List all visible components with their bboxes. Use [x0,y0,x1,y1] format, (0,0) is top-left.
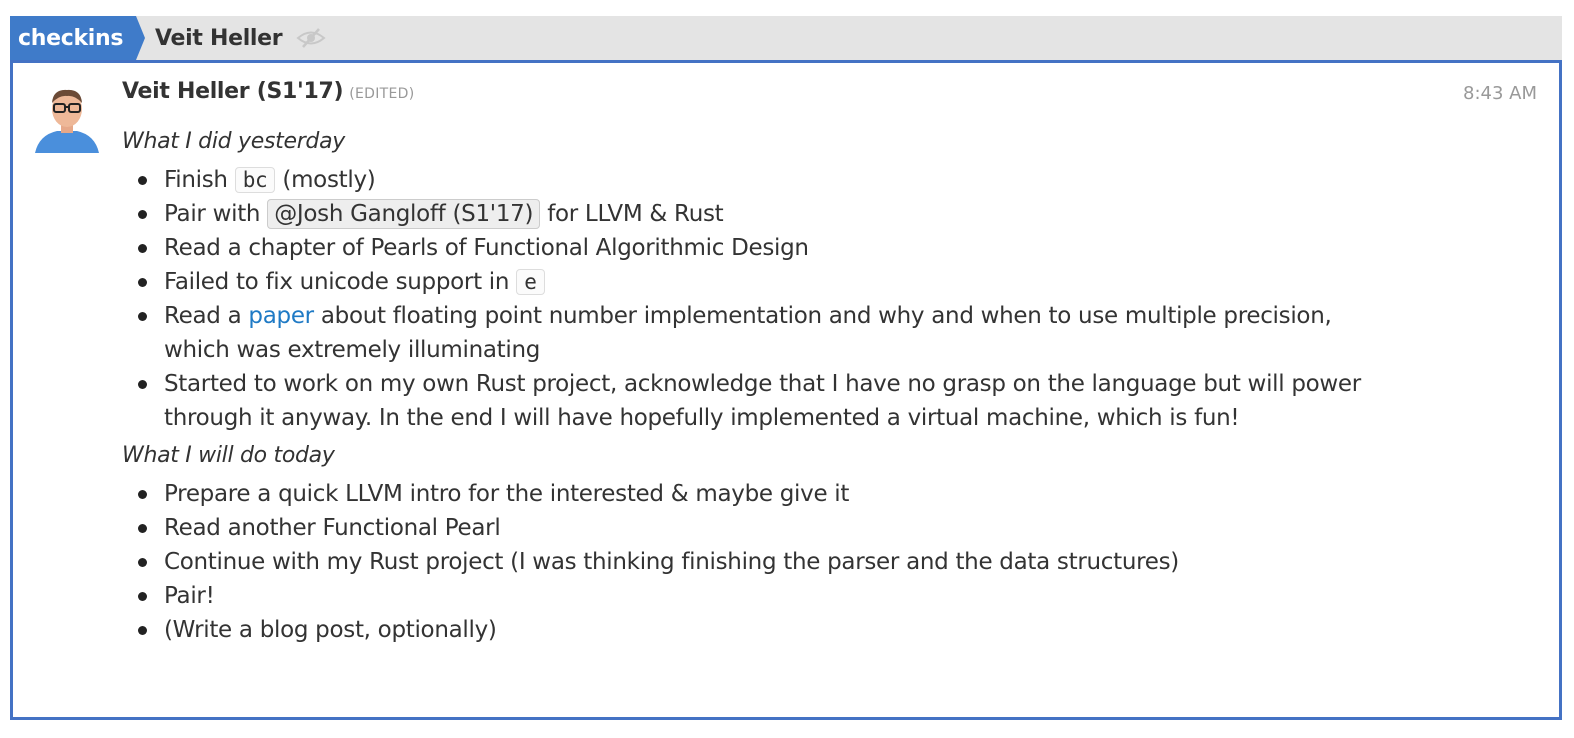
list-item: Read a paper about floating point number… [138,299,1362,367]
stream-chevron [136,16,145,60]
user-mention[interactable]: @Josh Gangloff (S1'17) [267,199,541,229]
topic-label[interactable]: Veit Heller [155,16,283,60]
list-item: Failed to fix unicode support in e [138,265,1362,299]
message-header-bar: checkins Veit Heller [10,16,1562,61]
list-item: (Write a blog post, optionally) [138,613,1362,647]
list-item: Read another Functional Pearl [138,511,1362,545]
heading-today: What I will do today [122,443,335,468]
yesterday-list: Finish bc (mostly) Pair with @Josh Gangl… [122,163,1362,435]
list-item: Started to work on my own Rust project, … [138,367,1362,435]
heading-yesterday: What I did yesterday [122,129,346,154]
list-item: Finish bc (mostly) [138,163,1362,197]
edited-indicator: (EDITED) [349,86,415,102]
stream-label[interactable]: checkins [10,16,136,60]
list-item: Pair! [138,579,1362,613]
list-item: Continue with my Rust project (I was thi… [138,545,1362,579]
message-content: What I did yesterday Finish bc (mostly) … [122,125,1362,651]
inline-code: e [516,269,545,295]
today-list: Prepare a quick LLVM intro for the inter… [122,477,1362,647]
paper-link[interactable]: paper [248,303,314,329]
inline-code: bc [234,167,276,193]
list-item: Prepare a quick LLVM intro for the inter… [138,477,1362,511]
message-timestamp[interactable]: 8:43 AM [1463,83,1537,104]
list-item: Read a chapter of Pearls of Functional A… [138,231,1362,265]
list-item: Pair with @Josh Gangloff (S1'17) for LLV… [138,197,1362,231]
eye-slash-icon[interactable] [295,27,327,49]
sender-name[interactable]: Veit Heller (S1'17) (EDITED) [122,79,414,104]
sender-name-text[interactable]: Veit Heller (S1'17) [122,79,344,104]
message-box[interactable]: Veit Heller (S1'17) (EDITED) 8:43 AM What… [10,60,1562,720]
user-avatar[interactable] [31,85,103,153]
